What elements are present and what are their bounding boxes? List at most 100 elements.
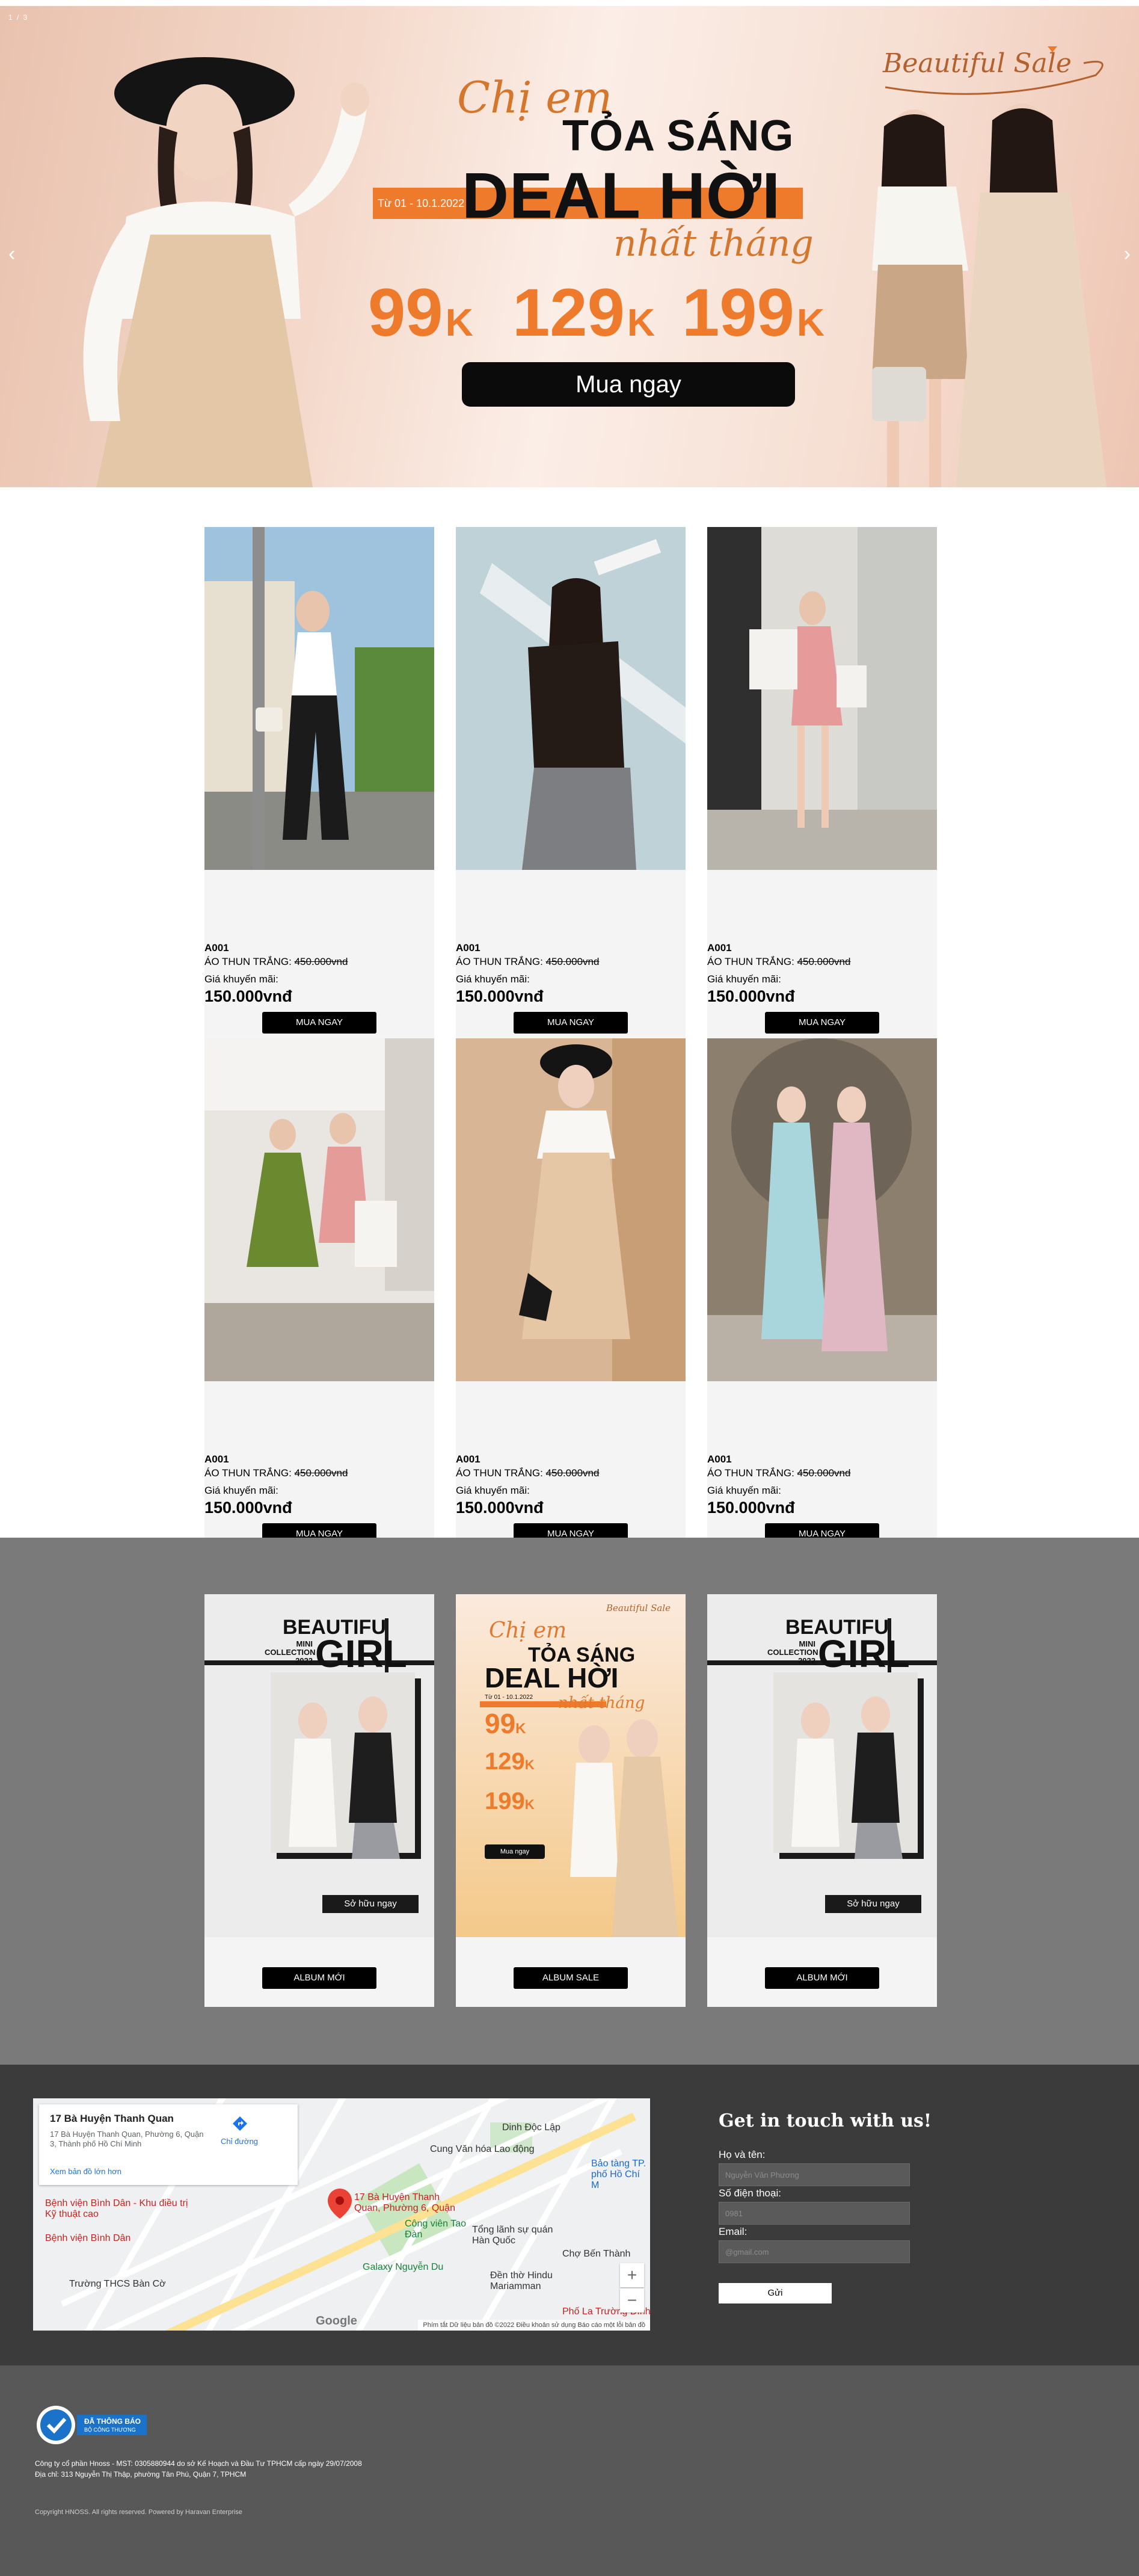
- album-poster-cta: Mua ngay: [485, 1844, 545, 1859]
- hero-date-range: Từ 01 - 10.1.2022: [378, 197, 465, 209]
- album-new-button[interactable]: ALBUM MỚI: [765, 1967, 879, 1989]
- product-new-price: 150.000vnđ: [707, 987, 795, 1005]
- product-name: ÁO THUN TRẮNG: 450.000vnd: [456, 956, 600, 967]
- contact-title: Get in touch with us!: [719, 2110, 932, 2131]
- name-field[interactable]: [719, 2163, 910, 2186]
- product-image: [204, 527, 434, 870]
- product-name: ÁO THUN TRẮNG: 450.000vnd: [707, 1467, 851, 1479]
- album-poster-cta: Sở hữu ngay: [322, 1895, 419, 1913]
- product-name: ÁO THUN TRẮNG: 450.000vnd: [707, 956, 851, 967]
- product-new-price: 150.000vnđ: [707, 1499, 795, 1517]
- directions-icon[interactable]: [232, 2115, 248, 2132]
- album-poster-price-2: 129K: [485, 1748, 535, 1775]
- hero-prices: 99K 129K 199K: [368, 277, 849, 355]
- buy-now-button[interactable]: MUA NGAY: [514, 1012, 628, 1034]
- product-name: ÁO THUN TRẮNG: 450.000vnd: [456, 1467, 600, 1479]
- company-address: Địa chỉ: 313 Nguyễn Thị Thập, phường Tân…: [35, 2470, 247, 2479]
- album-poster: BEAUTIFU GIRL MINI COLLECTION 2022 Sở hữu …: [204, 1594, 434, 1937]
- map-label: Công viên Tao Đàn: [405, 2219, 466, 2240]
- product-code: A001: [456, 1453, 480, 1465]
- hero-model-right-image: [872, 103, 1107, 487]
- product-new-price: 150.000vnđ: [204, 987, 292, 1005]
- map-attribution[interactable]: Phím tắt Dữ liệu bản đồ ©2022 Điều khoản…: [418, 2320, 650, 2331]
- product-code: A001: [707, 942, 732, 954]
- product-image: [456, 527, 686, 870]
- hero-price-2: 129K: [512, 275, 655, 350]
- buy-now-button[interactable]: MUA NGAY: [765, 1012, 879, 1034]
- chevron-right-icon[interactable]: ›: [1124, 244, 1131, 264]
- product-image: [456, 1038, 686, 1381]
- map-label: Đền thờ Hindu Mariamman: [490, 2270, 553, 2291]
- album-poster-price-1: 99K: [485, 1708, 526, 1739]
- album-poster: BEAUTIFU GIRL MINI COLLECTION 2022 Sở hữu …: [707, 1594, 937, 1937]
- email-field[interactable]: [719, 2240, 910, 2263]
- album-poster-date: Từ 01 - 10.1.2022: [485, 1694, 533, 1701]
- product-card[interactable]: A001 ÁO THUN TRẮNG: 450.000vnd Giá khuyế…: [707, 1038, 937, 1551]
- map-label: Galaxy Nguyễn Du: [363, 2262, 444, 2272]
- album-card[interactable]: Chị em TỎA SÁNG DEAL HỜI Từ 01 - 10.1.20…: [456, 1594, 686, 2007]
- map-label: Tổng lãnh sự quán Hàn Quốc: [472, 2225, 553, 2246]
- product-old-price: 450.000vnd: [294, 956, 348, 967]
- google-map[interactable]: 17 Bà Huyện Thanh Quan, Phường 6, Quận D…: [33, 2098, 650, 2331]
- product-card[interactable]: A001 ÁO THUN TRẮNG: 450.000vnd Giá khuyế…: [456, 527, 686, 1040]
- product-card[interactable]: A001 ÁO THUN TRẮNG: 450.000vnd Giá khuyế…: [204, 1038, 434, 1551]
- badge-title: ĐÃ THÔNG BÁO: [84, 2417, 141, 2426]
- album-new-button[interactable]: ALBUM MỚI: [262, 1967, 376, 1989]
- email-label: Email:: [719, 2226, 748, 2237]
- map-place-card: 17 Bà Huyện Thanh Quan 17 Bà Huyện Thanh…: [39, 2104, 298, 2185]
- phone-field[interactable]: [719, 2202, 910, 2225]
- directions-link[interactable]: Chỉ đường: [221, 2137, 258, 2146]
- album-poster: Chị em TỎA SÁNG DEAL HỜI Từ 01 - 10.1.20…: [456, 1594, 686, 1937]
- product-promo-label: Giá khuyến mãi:: [707, 1485, 781, 1496]
- album-card[interactable]: BEAUTIFU GIRL MINI COLLECTION 2022 Sở hữu …: [204, 1594, 434, 2007]
- product-card[interactable]: A001 ÁO THUN TRẮNG: 450.000vnd Giá khuyế…: [204, 527, 434, 1040]
- album-poster-title2: GIRL: [818, 1632, 910, 1675]
- map-zoom-out-button[interactable]: −: [620, 2288, 644, 2313]
- product-old-price: 450.000vnd: [545, 1467, 600, 1479]
- product-card[interactable]: A001 ÁO THUN TRẮNG: 450.000vnd Giá khuyế…: [707, 527, 937, 1040]
- map-place-address: 17 Bà Huyện Thanh Quan, Phường 6, Quận 3…: [50, 2130, 204, 2148]
- map-label: Trường THCS Bàn Cờ: [69, 2279, 166, 2289]
- hero-script-line2: nhất tháng: [613, 223, 814, 265]
- product-code: A001: [204, 1453, 229, 1465]
- product-promo-label: Giá khuyến mãi:: [204, 1485, 278, 1496]
- hero-headline-1: TỎA SÁNG: [562, 112, 794, 160]
- album-poster-script: Chị em: [489, 1618, 567, 1643]
- hero-price-1: 99K: [368, 275, 473, 350]
- album-card[interactable]: BEAUTIFU GIRL MINI COLLECTION 2022 Sở hữu …: [707, 1594, 937, 2007]
- contact-section: 17 Bà Huyện Thanh Quan, Phường 6, Quận D…: [0, 2065, 1139, 2365]
- badge-subtitle: BỘ CÔNG THƯƠNG: [84, 2427, 136, 2433]
- product-old-price: 450.000vnd: [797, 1467, 851, 1479]
- product-old-price: 450.000vnd: [797, 956, 851, 967]
- map-label: Bệnh viện Bình Dân - Khu điều trị Kỹ thu…: [45, 2198, 188, 2219]
- album-poster-subtitle: MINI COLLECTION 2022: [767, 1639, 818, 1665]
- map-pin-label: 17 Bà Huyện Thanh Quan, Phường 6, Quận: [354, 2192, 455, 2213]
- product-image: [707, 527, 937, 870]
- hero-model-left-image: [83, 57, 369, 487]
- product-promo-label: Giá khuyến mãi:: [707, 973, 781, 985]
- album-poster-title2: GIRL: [315, 1632, 407, 1675]
- product-code: A001: [456, 942, 480, 954]
- map-place-title: 17 Bà Huyện Thanh Quan: [50, 2113, 174, 2124]
- map-zoom-in-button[interactable]: +: [620, 2263, 644, 2287]
- view-larger-map-link[interactable]: Xem bản đồ lớn hơn: [50, 2167, 121, 2176]
- slide-counter: 1 / 3: [8, 13, 29, 22]
- copyright: Copyright HNOSS. All rights reserved. Po…: [35, 2509, 242, 2516]
- product-code: A001: [707, 1453, 732, 1465]
- map-label: Dinh Độc Lập: [502, 2122, 560, 2133]
- product-old-price: 450.000vnd: [545, 956, 600, 967]
- submit-button[interactable]: Gửi: [719, 2283, 832, 2303]
- chevron-left-icon[interactable]: ‹: [8, 244, 15, 264]
- hero-buy-now-button[interactable]: Mua ngay: [462, 362, 795, 407]
- map-label: Chợ Bến Thành: [562, 2249, 631, 2259]
- product-promo-label: Giá khuyến mãi:: [456, 1485, 530, 1496]
- product-name: ÁO THUN TRẮNG: 450.000vnd: [204, 956, 348, 967]
- buy-now-button[interactable]: MUA NGAY: [262, 1012, 376, 1034]
- album-poster-logo: Beautiful Sale: [606, 1603, 671, 1613]
- product-new-price: 150.000vnđ: [204, 1499, 292, 1517]
- hero-banner: 1 / 3 ‹ › Chị em TỎA SÁNG Từ 01 - 10.1.2…: [0, 0, 1139, 487]
- product-card[interactable]: A001 ÁO THUN TRẮNG: 450.000vnd Giá khuyế…: [456, 1038, 686, 1551]
- album-sale-button[interactable]: ALBUM SALE: [514, 1967, 628, 1989]
- product-image: [204, 1038, 434, 1381]
- hero-top-strip: [0, 0, 1139, 6]
